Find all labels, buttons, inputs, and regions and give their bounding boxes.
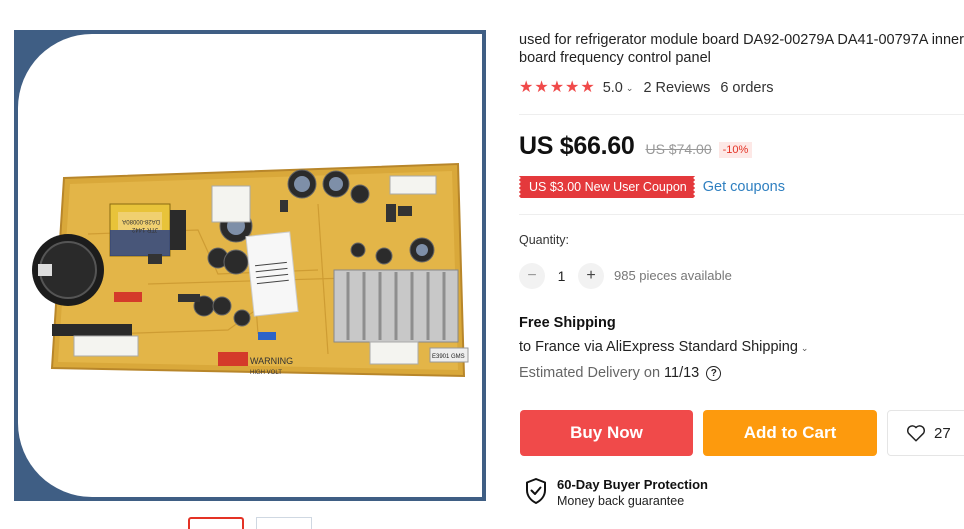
star-icon: ★ [549, 79, 565, 96]
rating-row: ★ ★ ★ ★ ★ 5.0 ⌄ 2 Reviews 6 orders [519, 78, 774, 98]
original-price: US $74.00 [645, 141, 712, 157]
wishlist-count: 27 [934, 424, 951, 442]
delivery-date: 11/13 [664, 365, 700, 381]
pieces-available: 985 pieces available [614, 268, 732, 283]
shield-check-icon [526, 478, 546, 504]
coupon-row: US $3.00 New User Coupon Get coupons [519, 176, 785, 198]
rating-value[interactable]: 5.0 [603, 80, 623, 96]
transformer-label-1: DA28-00080A [122, 218, 160, 224]
divider [519, 114, 964, 115]
board-warning-sub-text: HIGH VOLT [250, 370, 282, 376]
help-icon[interactable]: ? [706, 365, 722, 381]
star-icon: ★ [519, 79, 534, 96]
heart-icon [906, 425, 926, 442]
quantity-plus-button[interactable]: + [578, 262, 604, 289]
protection-subtitle: Money back guarantee [557, 494, 685, 508]
chevron-down-icon[interactable]: ⌄ [626, 83, 634, 94]
orders-count: 6 orders [720, 80, 774, 96]
star-icon: ★ [580, 79, 595, 96]
quantity-minus-button[interactable]: − [519, 262, 545, 289]
reviews-link[interactable]: 2 Reviews [643, 80, 710, 96]
connector-label: E3901 GMS [432, 354, 465, 360]
buyer-protection: 60-Day Buyer Protection Money back guara… [524, 477, 708, 509]
quantity-label: Quantity: [519, 233, 570, 247]
divider [519, 214, 964, 215]
estimated-delivery: Estimated Delivery on 11/13 ? [519, 365, 722, 381]
star-icon: ★ [534, 79, 549, 96]
product-main-image[interactable]: WARNING HIGH VOLT DA28-00080A JTR 1442 E… [18, 34, 482, 497]
discount-badge: -10% [718, 142, 753, 158]
quantity-stepper: − 1 + 985 pieces available [519, 262, 732, 289]
shipping-method[interactable]: to France via AliExpress Standard Shippi… [519, 339, 808, 355]
protection-title: 60-Day Buyer Protection [557, 477, 708, 492]
shipping-method-text: to France via AliExpress Standard Shippi… [519, 339, 798, 355]
star-icon: ★ [565, 79, 580, 96]
current-price: US $66.60 [519, 132, 635, 160]
new-user-coupon-badge[interactable]: US $3.00 New User Coupon [519, 176, 695, 198]
star-rating: ★ ★ ★ ★ ★ [519, 80, 595, 96]
product-title: used for refrigerator module board DA92-… [519, 32, 964, 66]
thumbnail-1[interactable] [188, 517, 244, 529]
transformer-label-2: JTR 1442 [131, 226, 158, 232]
add-to-cart-button[interactable]: Add to Cart [703, 410, 877, 456]
buy-now-button[interactable]: Buy Now [520, 410, 693, 456]
get-coupons-link[interactable]: Get coupons [703, 179, 785, 195]
circuit-board-image: WARNING HIGH VOLT DA28-00080A JTR 1442 E… [32, 162, 469, 378]
shipping-title: Free Shipping [519, 315, 616, 331]
product-main-image-frame: WARNING HIGH VOLT DA28-00080A JTR 1442 E… [14, 30, 486, 501]
wishlist-button[interactable]: 27 [887, 410, 964, 456]
quantity-input[interactable]: 1 [545, 268, 578, 284]
chevron-down-icon[interactable]: ⌄ [801, 343, 809, 353]
thumbnail-2[interactable] [256, 517, 312, 529]
board-warning-text: WARNING [250, 356, 293, 366]
delivery-label: Estimated Delivery on [519, 365, 661, 381]
price-row: US $66.60 US $74.00 -10% [519, 132, 753, 161]
